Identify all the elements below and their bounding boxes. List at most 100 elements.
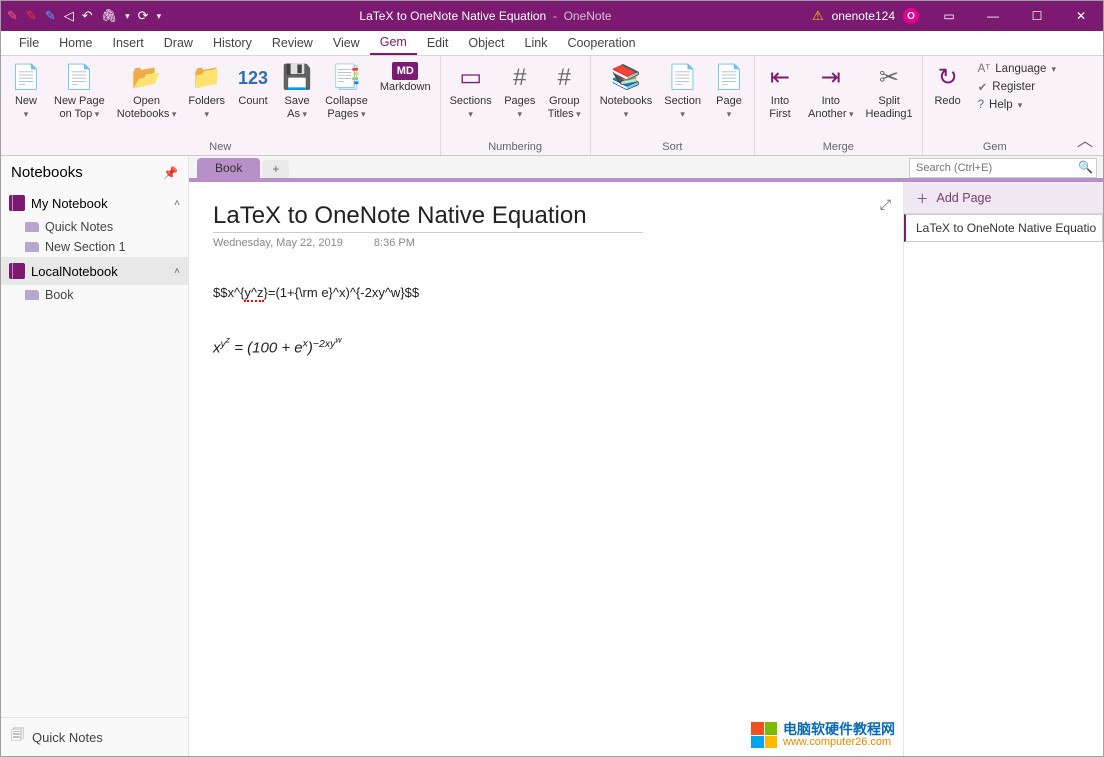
section-tabs: Book + 🔍 [189,156,1103,182]
sort-page-button[interactable]: 📄Page [708,59,750,123]
numbering-sections-button[interactable]: ▭Sections [445,59,497,123]
quicknotes-icon: 🗐 [11,726,24,748]
notebook-localnotebook[interactable]: LocalNotebook ˄ [1,257,188,285]
qat-overflow-icon[interactable]: ▾ [157,11,162,22]
numbering-group-titles-button[interactable]: #GroupTitles [543,59,586,123]
open-notebooks-button[interactable]: 📂OpenNotebooks [112,59,182,123]
user-name[interactable]: onenote124 [832,9,895,23]
tab-add[interactable]: + [262,160,289,178]
plus-icon: ＋ [916,188,929,207]
count-button[interactable]: 123Count [232,59,274,111]
search-input[interactable] [909,158,1097,178]
menu-cooperation[interactable]: Cooperation [557,32,645,54]
new-page-on-top-button[interactable]: 📄New Pageon Top [49,59,110,123]
menu-bar: FileHomeInsertDrawHistoryReviewViewGemEd… [1,31,1103,56]
pen-red-icon[interactable]: ✎ [7,8,18,24]
pen-blue-icon[interactable]: ✎ [45,8,56,24]
attach-icon[interactable]: 🖇 [101,8,118,24]
ribbon-group-new: 📄New 📄New Pageon Top 📂OpenNotebooks 📁Fol… [1,56,441,155]
redo-button[interactable]: ↻Redo [927,59,969,111]
sync-icon[interactable]: ⟳ [138,8,149,24]
group-label: Sort [595,141,750,155]
split-heading1-button[interactable]: ✂SplitHeading1 [861,59,918,123]
pen-red2-icon[interactable]: ✎ [26,8,37,24]
group-label: Gem [927,141,1063,155]
new-button[interactable]: 📄New [5,59,47,123]
section-new-section-1[interactable]: New Section 1 [1,237,188,257]
ribbon: 📄New 📄New Pageon Top 📂OpenNotebooks 📁Fol… [1,56,1103,156]
rendered-equation: xyz = (100 + ex)−2xyw [213,334,879,358]
close-button[interactable]: ✕ [1059,1,1103,31]
menu-object[interactable]: Object [458,32,514,54]
pages-panel: ＋ Add Page LaTeX to OneNote Native Equat… [903,182,1103,756]
workspace: Notebooks 📌 My Notebook ˄ Quick Notes Ne… [1,156,1103,756]
page-meta: Wednesday, May 22, 2019 8:36 PM [213,237,879,249]
page-date: Wednesday, May 22, 2019 [213,237,343,249]
menu-review[interactable]: Review [262,32,323,54]
watermark-line1: 电脑软硬件教程网 [783,722,895,736]
merge-into-first-button[interactable]: ⇤IntoFirst [759,59,801,123]
notebook-icon [9,195,25,211]
notebooks-panel: Notebooks 📌 My Notebook ˄ Quick Notes Ne… [1,156,189,756]
language-button[interactable]: AᵀLanguage▾ [973,61,1061,77]
collapse-pages-button[interactable]: 📑CollapsePages [320,59,373,123]
window-title: LaTeX to OneNote Native Equation - OneNo… [167,9,804,23]
avatar[interactable]: O [903,8,919,24]
user-area: ⚠ onenote124 O [804,8,927,24]
search-wrap: 🔍 [909,158,1097,178]
qat-drop-icon[interactable]: ▾ [125,11,130,22]
latex-source[interactable]: $$x^{y^z}=(1+{\rm e}^x)^{-2xy^w}$$ [213,285,879,300]
group-label: Merge [759,141,918,155]
undo-icon[interactable]: ↶ [82,8,93,24]
tab-book[interactable]: Book [197,158,260,178]
notebook-label: My Notebook [31,196,108,211]
sort-section-button[interactable]: 📄Section [659,59,706,123]
notebook-my-notebook[interactable]: My Notebook ˄ [1,189,188,217]
ribbon-mode-icon[interactable]: ▭ [927,1,971,31]
title-bar: ✎ ✎ ✎ ◁ ↶ 🖇 ▾ ⟳ ▾ LaTeX to OneNote Nativ… [1,1,1103,31]
ribbon-group-numbering: ▭Sections #Pages #GroupTitles Numbering [441,56,591,155]
watermark-logo-icon [751,722,777,748]
ribbon-group-merge: ⇤IntoFirst ⇥IntoAnother ✂SplitHeading1 M… [755,56,923,155]
menu-edit[interactable]: Edit [417,32,459,54]
ribbon-group-gem: ↻Redo AᵀLanguage▾ ✔Register ?Help▾ Gem [923,56,1067,155]
search-icon[interactable]: 🔍 [1078,160,1093,174]
menu-home[interactable]: Home [49,32,102,54]
page-content[interactable]: $$x^{y^z}=(1+{\rm e}^x)^{-2xy^w}$$ xyz =… [213,285,879,358]
page-title-input[interactable] [213,200,643,233]
quick-notes-button[interactable]: 🗐 Quick Notes [1,717,188,756]
section-icon [25,290,39,300]
register-button[interactable]: ✔Register [973,78,1061,96]
nav-back-icon[interactable]: ◁ [64,8,74,24]
add-page-button[interactable]: ＋ Add Page [904,182,1103,214]
menu-history[interactable]: History [203,32,262,54]
quick-access-toolbar: ✎ ✎ ✎ ◁ ↶ 🖇 ▾ ⟳ ▾ [1,8,167,24]
warning-icon[interactable]: ⚠ [812,8,824,24]
numbering-pages-button[interactable]: #Pages [499,59,541,123]
chevron-up-icon: ˄ [174,266,180,277]
help-button[interactable]: ?Help▾ [973,97,1061,113]
sort-notebooks-button[interactable]: 📚Notebooks [595,59,658,123]
folders-button[interactable]: 📁Folders [183,59,230,123]
page-title [213,200,879,233]
menu-file[interactable]: File [9,32,49,54]
menu-gem[interactable]: Gem [370,31,417,55]
maximize-button[interactable]: ☐ [1015,1,1059,31]
ribbon-collapse-icon[interactable]: ︿ [1067,123,1103,155]
merge-into-another-button[interactable]: ⇥IntoAnother [803,59,859,123]
markdown-button[interactable]: MDMarkdown [375,59,436,97]
save-as-button[interactable]: 💾SaveAs [276,59,318,123]
menu-view[interactable]: View [323,32,370,54]
page-canvas[interactable]: ⤢ Wednesday, May 22, 2019 8:36 PM $$x^{y… [189,182,903,756]
menu-insert[interactable]: Insert [103,32,154,54]
section-book[interactable]: Book [1,285,188,305]
minimize-button[interactable]: — [971,1,1015,31]
notebook-icon [9,263,25,279]
menu-draw[interactable]: Draw [154,32,203,54]
pin-icon[interactable]: 📌 [163,166,178,180]
menu-link[interactable]: Link [515,32,558,54]
section-quick-notes[interactable]: Quick Notes [1,217,188,237]
page-list-item[interactable]: LaTeX to OneNote Native Equatio [904,214,1103,242]
expand-icon[interactable]: ⤢ [880,196,891,213]
notebooks-header: Notebooks 📌 [1,156,188,189]
